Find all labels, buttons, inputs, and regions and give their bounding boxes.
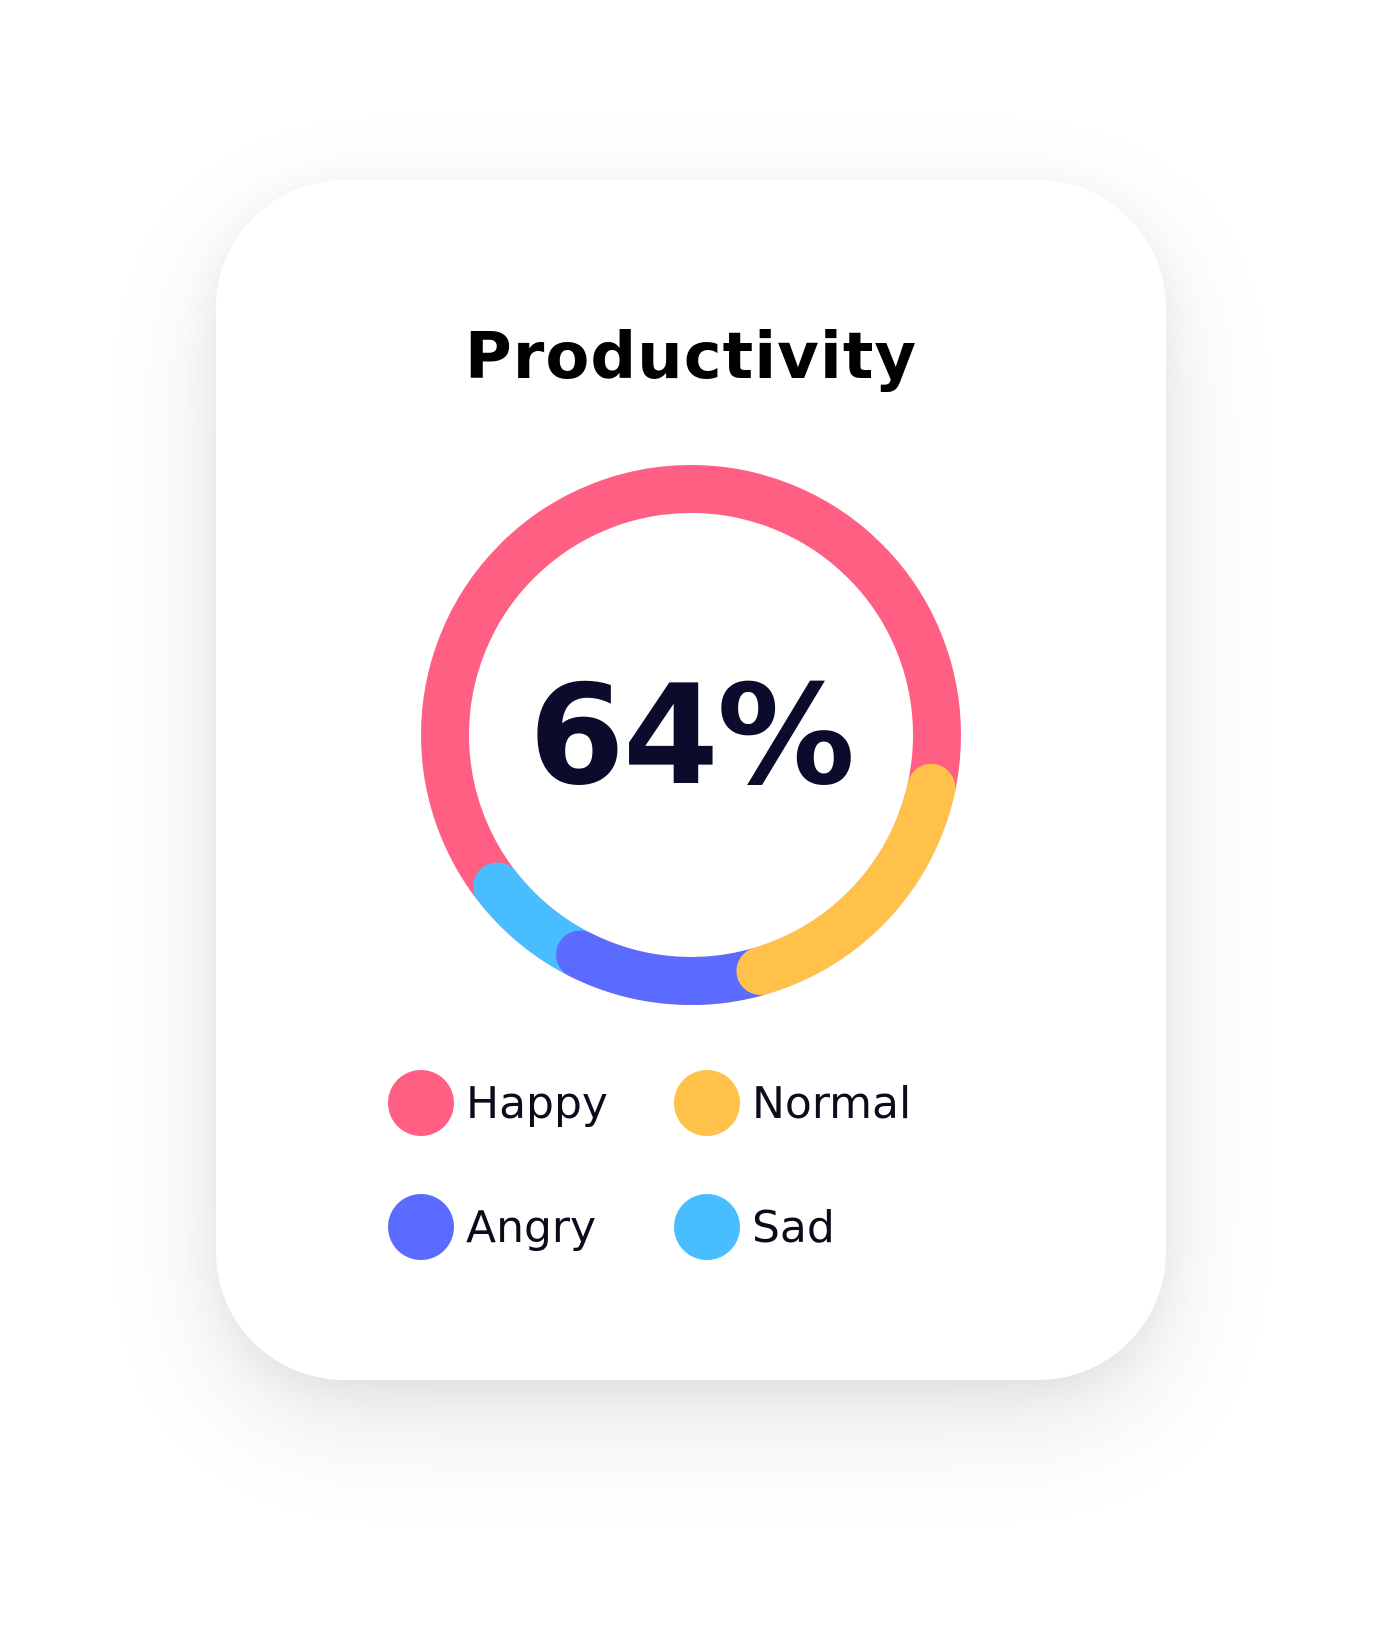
productivity-card: Productivity 64% Happy Normal Angry Sad <box>216 180 1166 1380</box>
legend-dot-angry <box>388 1194 454 1260</box>
legend-label-happy: Happy <box>466 1077 608 1129</box>
legend-dot-sad <box>674 1194 740 1260</box>
stage: Productivity 64% Happy Normal Angry Sad <box>0 0 1380 1628</box>
donut-chart: 64% <box>386 430 996 1040</box>
legend-dot-normal <box>674 1070 740 1136</box>
legend-item-sad: Sad <box>674 1194 974 1260</box>
legend-label-normal: Normal <box>752 1077 912 1129</box>
center-percentage: 64% <box>528 654 855 816</box>
legend-dot-happy <box>388 1070 454 1136</box>
chart-title: Productivity <box>464 320 918 394</box>
legend-label-sad: Sad <box>752 1201 835 1253</box>
legend-item-normal: Normal <box>674 1070 974 1136</box>
legend: Happy Normal Angry Sad <box>388 1070 1008 1260</box>
legend-item-happy: Happy <box>388 1070 674 1136</box>
legend-item-angry: Angry <box>388 1194 674 1260</box>
legend-label-angry: Angry <box>466 1201 597 1253</box>
